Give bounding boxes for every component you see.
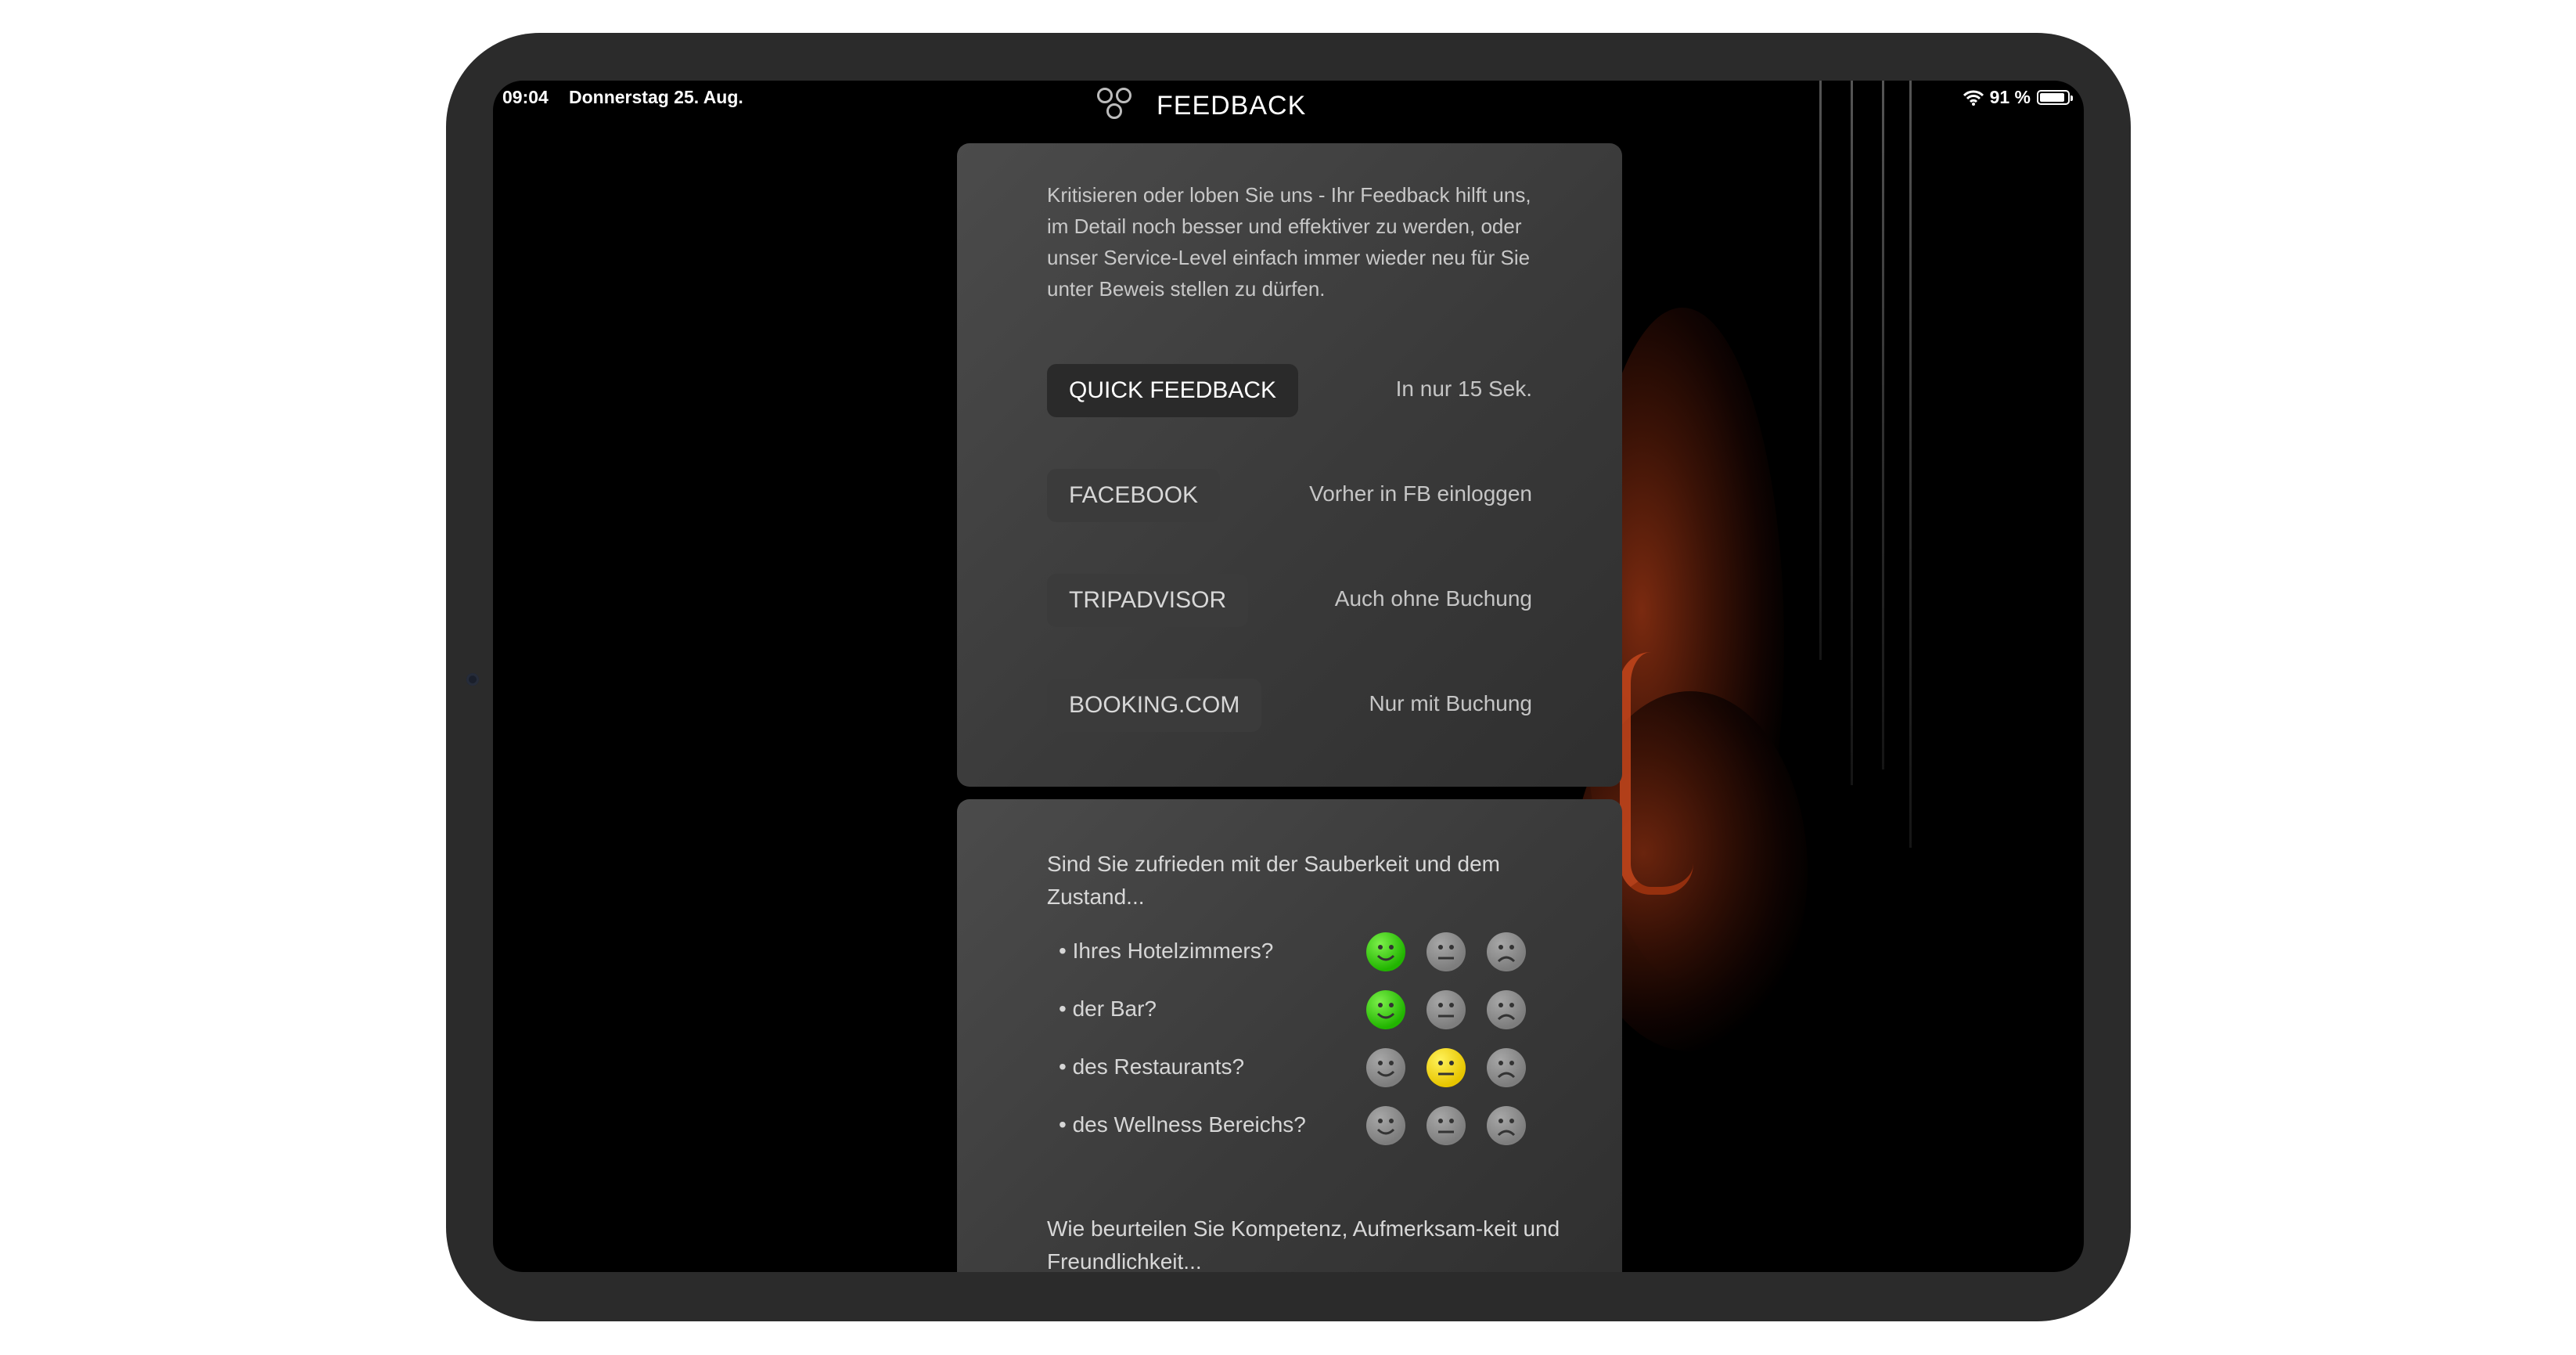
survey-item-label: • Ihres Hotelzimmers? [1059, 939, 1274, 963]
booking-com-button[interactable]: BOOKING.COM [1047, 679, 1262, 732]
app-screen: 09:04 Donnerstag 25. Aug. 91 % FEEDBACK … [493, 81, 2084, 1272]
sad-face-icon[interactable] [1487, 990, 1526, 1029]
page-title: FEEDBACK [1157, 91, 1307, 121]
violin-string [1882, 81, 1884, 769]
violin-string [1851, 81, 1853, 785]
survey-item-label: • der Bar? [1059, 996, 1157, 1021]
happy-face-icon[interactable] [1366, 1048, 1405, 1087]
neutral-face-icon[interactable] [1427, 1048, 1466, 1087]
neutral-face-icon[interactable] [1427, 1106, 1466, 1145]
neutral-face-icon[interactable] [1427, 990, 1466, 1029]
tripadvisor-button[interactable]: TRIPADVISOR [1047, 574, 1249, 627]
survey-item-label: • des Restaurants? [1059, 1054, 1245, 1079]
intro-text: Kritisieren oder loben Sie uns - Ihr Fee… [1047, 183, 1531, 301]
sad-face-icon[interactable] [1487, 1048, 1526, 1087]
happy-face-icon[interactable] [1366, 1106, 1405, 1145]
quick-feedback-button[interactable]: QUICK FEEDBACK [1047, 364, 1299, 417]
sad-face-icon[interactable] [1487, 932, 1526, 971]
battery-icon [2037, 90, 2073, 105]
sad-face-icon[interactable] [1487, 1106, 1526, 1145]
violin-edge-highlight [1620, 652, 1693, 895]
happy-face-icon[interactable] [1366, 990, 1405, 1029]
status-right: 91 % [1963, 87, 2073, 108]
status-time: 09:04 [502, 87, 549, 107]
status-date: Donnerstag 25. Aug. [569, 87, 743, 107]
three-rings-logo-icon [1094, 85, 1141, 128]
happy-face-icon[interactable] [1366, 932, 1405, 971]
neutral-face-icon[interactable] [1427, 932, 1466, 971]
battery-percent: 91 % [1989, 87, 2031, 107]
quick-feedback-hint: In nur 15 Sek. [1395, 377, 1532, 401]
survey-panel: Sind Sie zufrieden mit der Sauberkeit un… [957, 799, 1622, 1272]
booking-com-hint: Nur mit Buchung [1369, 691, 1532, 715]
survey-item-label: • des Wellness Bereichs? [1059, 1112, 1306, 1137]
header: FEEDBACK [1094, 85, 1306, 128]
feedback-options-panel: Kritisieren oder loben Sie uns - Ihr Fee… [957, 143, 1622, 787]
front-camera [466, 673, 479, 686]
violin-string [1909, 81, 1912, 848]
tripadvisor-hint: Auch ohne Buchung [1334, 586, 1532, 611]
facebook-button[interactable]: FACEBOOK [1047, 469, 1221, 522]
survey-question: Sind Sie zufrieden mit der Sauberkeit un… [1047, 852, 1500, 909]
violin-string [1819, 81, 1822, 660]
facebook-hint: Vorher in FB einloggen [1309, 481, 1532, 506]
wifi-icon [1963, 90, 1984, 106]
next-survey-question: Wie beurteilen Sie Kompetenz, Aufmerksam… [1047, 1216, 1560, 1272]
